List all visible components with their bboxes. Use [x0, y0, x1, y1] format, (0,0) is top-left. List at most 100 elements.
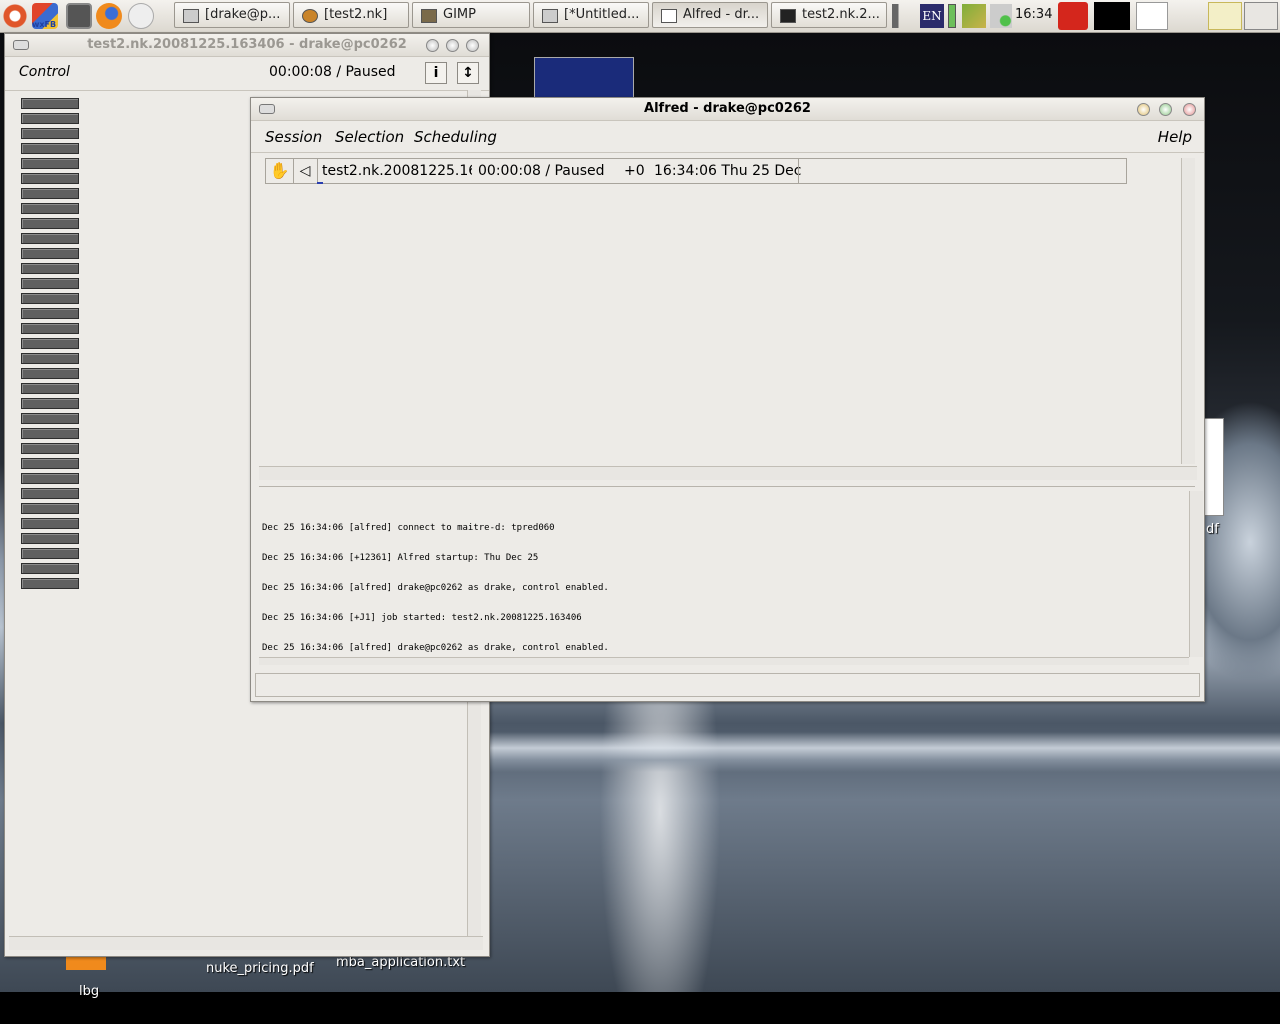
power-icon[interactable]: [1058, 2, 1088, 30]
frame-bar[interactable]: [21, 353, 79, 364]
info-button[interactable]: i: [425, 62, 447, 84]
menu-help[interactable]: Help: [1158, 128, 1192, 146]
frame-bar[interactable]: [21, 248, 79, 259]
mail-icon[interactable]: [128, 3, 154, 29]
control-window-titlebar[interactable]: test2.nk.20081225.163406 - drake@pc0262: [5, 34, 489, 57]
firefox-icon[interactable]: [96, 3, 122, 29]
battery-icon[interactable]: [948, 4, 956, 28]
window-menu-icon[interactable]: [259, 104, 275, 114]
workspace-1-icon[interactable]: [1208, 2, 1242, 30]
volume-icon[interactable]: [892, 4, 908, 28]
frame-bar[interactable]: [21, 533, 79, 544]
menu-scheduling[interactable]: Scheduling: [414, 128, 497, 146]
jobs-horizontal-scrollbar[interactable]: [259, 466, 1197, 480]
close-icon[interactable]: [466, 39, 479, 52]
task-test2[interactable]: test2.nk.2...: [771, 2, 887, 28]
frame-bar[interactable]: [21, 113, 79, 124]
frame-bar[interactable]: [21, 143, 79, 154]
window-icon: [780, 9, 796, 23]
frame-bar[interactable]: [21, 218, 79, 229]
frame-bar[interactable]: [21, 563, 79, 574]
task-gimp[interactable]: GIMP: [412, 2, 530, 28]
close-icon[interactable]: [1183, 103, 1196, 116]
job-status: 00:00:08 / Paused: [478, 163, 605, 179]
show-desktop-icon[interactable]: [1094, 2, 1130, 30]
frame-bar[interactable]: [21, 458, 79, 469]
log-line: Dec 25 16:34:06 [+J1] job started: test2…: [262, 613, 582, 623]
job-name: test2.nk.20081225.163406: [322, 163, 472, 179]
frame-bar[interactable]: [21, 473, 79, 484]
window-icon: [661, 9, 677, 23]
task-nuke[interactable]: [test2.nk]: [293, 2, 409, 28]
job-progress-marker: [317, 182, 323, 184]
control-header: Control 00:00:08 / Paused i ↕: [5, 56, 489, 91]
minimize-icon[interactable]: [1137, 103, 1150, 116]
frame-bar[interactable]: [21, 98, 79, 109]
frame-bar[interactable]: [21, 548, 79, 559]
desktop-icon-label[interactable]: nuke_pricing.pdf: [206, 961, 314, 976]
task-alfred[interactable]: Alfred - dr...: [652, 2, 768, 28]
frame-bar[interactable]: [21, 428, 79, 439]
frame-bar[interactable]: [21, 173, 79, 184]
frame-bar[interactable]: [21, 503, 79, 514]
frame-bar[interactable]: [21, 383, 79, 394]
frame-bar[interactable]: [21, 488, 79, 499]
log-line: Dec 25 16:34:06 [alfred] connect to mait…: [262, 523, 555, 533]
frame-bar[interactable]: [21, 308, 79, 319]
desktop-icon-label[interactable]: lbg: [79, 984, 99, 999]
control-horizontal-scrollbar[interactable]: [9, 936, 483, 950]
bottom-panel: [0, 992, 1280, 1024]
alfred-window: Alfred - drake@pc0262 Session Selection …: [250, 97, 1205, 702]
frame-bar[interactable]: [21, 398, 79, 409]
frame-bar[interactable]: [21, 323, 79, 334]
frame-bar[interactable]: [21, 578, 79, 589]
firefox-tray-icon[interactable]: [1136, 2, 1168, 30]
task-terminal[interactable]: [drake@p...: [174, 2, 290, 28]
network-icon[interactable]: [990, 4, 1012, 28]
frame-bar[interactable]: [21, 128, 79, 139]
desktop-icon-document[interactable]: [1204, 418, 1224, 516]
frame-bar[interactable]: [21, 293, 79, 304]
wxfb-icon[interactable]: wxFB: [32, 3, 58, 29]
frame-bar[interactable]: [21, 278, 79, 289]
workspace-2-icon[interactable]: [1244, 2, 1278, 30]
frame-bar[interactable]: [21, 203, 79, 214]
desktop-icon-label[interactable]: mba_application.txt: [336, 955, 465, 970]
log-horizontal-scrollbar[interactable]: [259, 657, 1189, 665]
frame-bar[interactable]: [21, 413, 79, 424]
alfred-window-titlebar[interactable]: Alfred - drake@pc0262: [251, 98, 1204, 121]
books-icon[interactable]: [962, 4, 986, 28]
frame-bar[interactable]: [21, 233, 79, 244]
frame-bars: [21, 98, 79, 593]
maximize-icon[interactable]: [446, 39, 459, 52]
screenshot-icon[interactable]: [66, 3, 92, 29]
frame-bar[interactable]: [21, 188, 79, 199]
menu-session[interactable]: Session: [265, 128, 322, 146]
window-thumbnail[interactable]: [534, 57, 634, 101]
window-menu-icon[interactable]: [13, 40, 29, 50]
clock[interactable]: 16:34: [1015, 7, 1052, 22]
job-time: 16:34:06 Thu 25 Dec: [654, 163, 802, 179]
hand-icon[interactable]: ✋: [266, 159, 294, 183]
minimize-icon[interactable]: [426, 39, 439, 52]
task-editor[interactable]: [*Untitled...: [533, 2, 649, 28]
terminal-icon: [183, 9, 199, 23]
frame-bar[interactable]: [21, 518, 79, 529]
jobs-vertical-scrollbar[interactable]: [1181, 158, 1195, 464]
frame-bar[interactable]: [21, 158, 79, 169]
desktop-wallpaper-wave: [490, 732, 1280, 772]
job-row[interactable]: ✋ ◁ test2.nk.20081225.163406 00:00:08 / …: [265, 158, 1127, 184]
desktop-icon-label[interactable]: df: [1206, 522, 1219, 537]
sort-button[interactable]: ↕: [457, 62, 479, 84]
frame-bar[interactable]: [21, 443, 79, 454]
frame-bar[interactable]: [21, 368, 79, 379]
frame-bar[interactable]: [21, 338, 79, 349]
menu-selection[interactable]: Selection: [335, 128, 404, 146]
log-vertical-scrollbar[interactable]: [1189, 491, 1203, 657]
frame-bar[interactable]: [21, 263, 79, 274]
ubuntu-menu-icon[interactable]: [2, 3, 28, 29]
log-line: Dec 25 16:34:06 [alfred] drake@pc0262 as…: [262, 583, 609, 593]
language-indicator[interactable]: EN: [920, 4, 944, 28]
collapse-arrow-icon[interactable]: ◁: [293, 159, 318, 183]
maximize-icon[interactable]: [1159, 103, 1172, 116]
